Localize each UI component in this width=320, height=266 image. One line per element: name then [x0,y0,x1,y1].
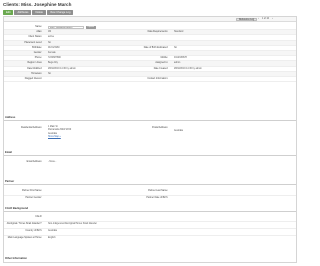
main-language-value: English [48,237,56,239]
email-address-value: - None - [48,161,57,163]
page-title: Clients: Miss. Josephine March [3,2,72,7]
atsi-label: Aboriginal / Torres Strait Islander?: [6,223,42,225]
show-map-link[interactable]: Show Map » [48,136,71,139]
region-value: Bega City [48,62,58,65]
cald-label: CALD: [35,216,42,218]
mobile-value: 0412345678 [174,57,187,60]
email-section-heading: Email [4,151,296,156]
attributes-button[interactable]: Attributes [14,10,32,15]
name-label: Name: [35,26,42,28]
atsi-value: Non-Indigenous/Aboriginal/Torres Strait … [48,223,97,225]
data-requirements-value: Standard [174,31,184,34]
country-of-birth-label: Country of Birth: [25,230,42,232]
mobile-label: Mobile: [160,57,168,60]
country-of-birth-value: Australia [48,230,57,232]
birthdate-label: Birthdate: [32,46,42,49]
phone-value: 7234687890 [48,57,61,60]
update-button[interactable]: Update [86,25,96,30]
date-modified-label: Date Modified: [27,67,42,70]
gender-value: Female [48,51,56,54]
client-status-label: Client Status: [28,36,42,39]
data-requirements-label: Data Requirements: [147,31,168,34]
main-language-label: Main Language Spoken at Home: [7,237,42,239]
panel-top-bar: Reference Log ‹ 1 of 10 › [4,17,296,22]
phone-label: Phone: [34,57,42,60]
birthdate-value: 01/01/1960 [48,46,60,49]
action-toolbar: Edit Attributes Delete View Change Log [3,10,74,15]
alias-value: JM [48,31,52,34]
date-created-label: Date Created: [153,67,168,70]
email-address-label: Email Address: [26,161,42,163]
partner-dob-label: Partner Date of Birth: [146,197,168,199]
flagged-interest-row: Flagged Interest: Contact Information: [4,77,296,83]
record-pagination: 1 of 10 [262,18,270,21]
postal-address-value: Australia [174,130,183,132]
assigned-to-label: Assigned to: [155,62,168,65]
residential-address: 1 Main St Parramatta NSW 2150 Australia … [48,126,71,139]
reference-log-button[interactable]: Reference Log [236,17,258,22]
edit-button[interactable]: Edit [3,10,14,15]
partner-gender-label: Partner Gender: [25,197,42,199]
flagged-interest-label: Flagged Interest: [24,77,42,80]
name-field[interactable]: Miss. Josephine March [48,25,84,30]
placement-level-value: No [48,41,51,44]
client-status-value: active [48,36,55,39]
residential-address-label: Residential Address: [21,127,42,129]
homeless-label: Homeless: [31,72,42,75]
region-label: Region / Area: [27,62,42,65]
date-created-value: 28/02/2019 14:30 by admin [174,67,202,70]
identity-fields: Name: Miss. Josephine March Update Alias… [4,25,296,83]
contact-information-label: Contact Information: [147,77,168,80]
other-information-section-heading: Other Information [5,257,27,260]
gender-label: Gender: [33,51,42,54]
placement-level-label: Placement Level: [24,41,42,44]
view-change-log-button[interactable]: View Change Log [46,10,74,15]
assigned-to-value: admin [174,62,181,65]
next-record-icon[interactable]: › [272,18,273,20]
homeless-value: No [48,72,51,75]
client-details-panel: Reference Log ‹ 1 of 10 › Name: Miss. Jo… [3,16,297,263]
postal-address-label: Postal Address: [152,127,168,129]
address-section-heading: Address [4,116,296,121]
cald-section-heading: CALD Background [4,207,296,212]
alias-label: Alias: [36,31,42,34]
date-modified-value: 28/02/2019 14:30 by admin [48,67,76,70]
dob-estimated-label: Date of Birth Estimated: [143,46,168,49]
dob-estimated-value: No [174,46,177,49]
partner-section-heading: Partner [4,180,296,185]
delete-button[interactable]: Delete [32,10,46,15]
partner-last-name-label: Partner Last Name: [148,190,168,192]
previous-record-icon[interactable]: ‹ [258,18,259,20]
partner-first-name-label: Partner First Name: [21,190,42,192]
